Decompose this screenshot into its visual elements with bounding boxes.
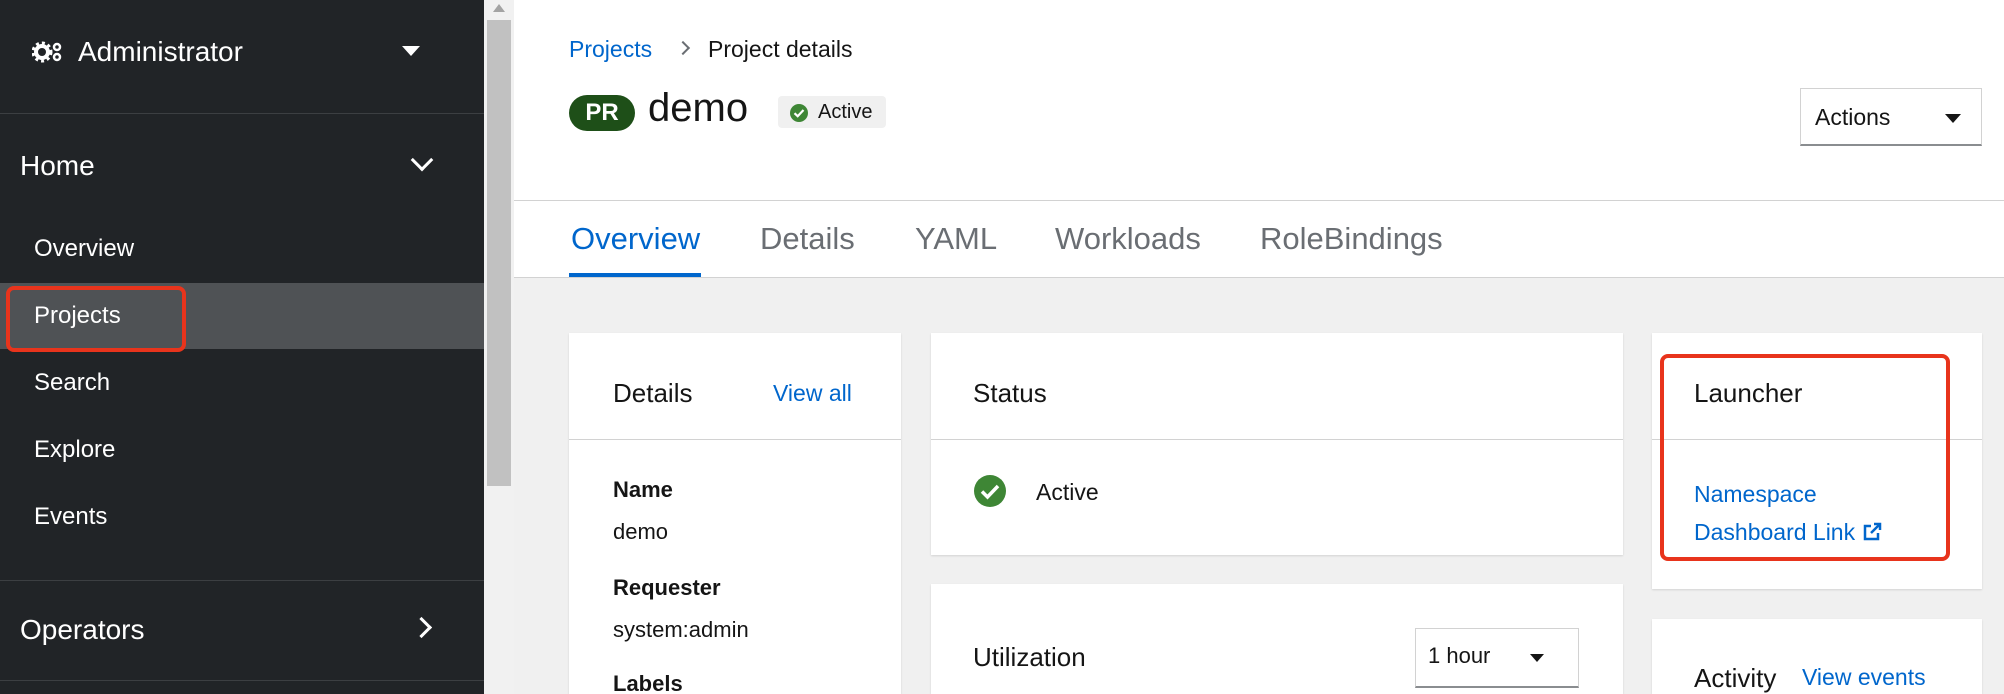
requester-label: Requester <box>613 575 721 600</box>
actions-label: Actions <box>1815 104 1891 130</box>
sidebar-item-events[interactable]: Events <box>0 484 484 550</box>
caret-down-icon <box>402 46 420 56</box>
scrollbar-thumb[interactable] <box>487 20 511 486</box>
status-card: Status Active <box>931 333 1623 555</box>
tab-rolebindings[interactable]: RoleBindings <box>1260 221 1443 257</box>
name-label: Name <box>613 477 673 502</box>
requester-value: system:admin <box>613 617 749 642</box>
sidebar-scrollbar[interactable] <box>484 0 514 694</box>
cogs-icon <box>32 41 62 63</box>
breadcrumb-projects-link[interactable]: Projects <box>569 36 652 63</box>
active-tab-indicator <box>569 273 701 277</box>
page-title: demo <box>648 86 749 130</box>
details-card-title: Details <box>613 378 693 408</box>
resource-badge: PR <box>569 95 635 131</box>
sidebar-item-explore[interactable]: Explore <box>0 417 484 483</box>
tab-overview[interactable]: Overview <box>571 221 700 257</box>
actions-dropdown[interactable]: Actions <box>1800 88 1982 146</box>
tab-details[interactable]: Details <box>760 221 855 257</box>
namespace-dashboard-link-line1: Namespace <box>1694 481 1817 507</box>
caret-down-icon <box>1945 114 1961 123</box>
nav-section-home[interactable]: Home <box>20 150 95 182</box>
namespace-dashboard-link[interactable]: Namespace Dashboard Link <box>1694 475 1883 551</box>
nav-divider <box>0 680 484 681</box>
sidebar-item-projects[interactable]: Projects <box>0 283 484 349</box>
name-value: demo <box>613 519 669 544</box>
sidebar-item-overview[interactable]: Overview <box>0 216 484 282</box>
utilization-card-title: Utilization <box>973 642 1086 672</box>
breadcrumb-current: Project details <box>708 36 853 62</box>
duration-label: 1 hour <box>1428 643 1491 668</box>
tab-yaml[interactable]: YAML <box>915 221 997 257</box>
page-header: Projects Project details PR demo Active … <box>514 0 2004 200</box>
tab-bar: Overview Details YAML Workloads RoleBind… <box>514 200 2004 278</box>
status-value: Active <box>1036 479 1099 505</box>
namespace-dashboard-link-line2: Dashboard Link <box>1694 519 1856 545</box>
view-events-link[interactable]: View events <box>1802 664 1926 691</box>
nav-section-operators[interactable]: Operators <box>20 614 145 646</box>
caret-down-icon <box>1530 654 1544 662</box>
nav-divider <box>0 580 484 581</box>
details-card: Details View all Name demo Requester sys… <box>569 333 901 694</box>
view-all-link[interactable]: View all <box>773 380 852 407</box>
tab-workloads[interactable]: Workloads <box>1055 221 1201 257</box>
labels-label: Labels <box>613 671 683 694</box>
perspective-switcher[interactable]: Administrator <box>0 0 484 114</box>
chevron-right-icon[interactable] <box>410 616 433 639</box>
activity-card-title: Activity <box>1694 663 1777 693</box>
sidebar-item-search[interactable]: Search <box>0 350 484 416</box>
breadcrumb-separator-icon <box>675 40 691 56</box>
card-divider <box>931 439 1623 440</box>
activity-card: Activity View events <box>1652 619 1982 694</box>
card-divider <box>1652 439 1982 440</box>
duration-dropdown[interactable]: 1 hour <box>1415 628 1579 688</box>
launcher-card-title: Launcher <box>1694 378 1803 408</box>
external-link-icon <box>1863 522 1882 541</box>
launcher-card: Launcher Namespace Dashboard Link <box>1652 333 1982 589</box>
sidebar: Administrator Home Overview Projects Sea… <box>0 0 484 694</box>
check-circle-icon <box>974 475 1006 507</box>
check-circle-icon <box>790 104 808 122</box>
perspective-label: Administrator <box>78 36 243 67</box>
status-card-title: Status <box>973 378 1047 408</box>
card-divider <box>569 439 901 440</box>
utilization-card: Utilization 1 hour <box>931 584 1623 694</box>
status-badge-label: Active <box>818 101 873 123</box>
chevron-down-icon[interactable] <box>410 148 434 172</box>
status-badge: Active <box>778 96 887 128</box>
scroll-up-icon[interactable] <box>493 4 505 12</box>
